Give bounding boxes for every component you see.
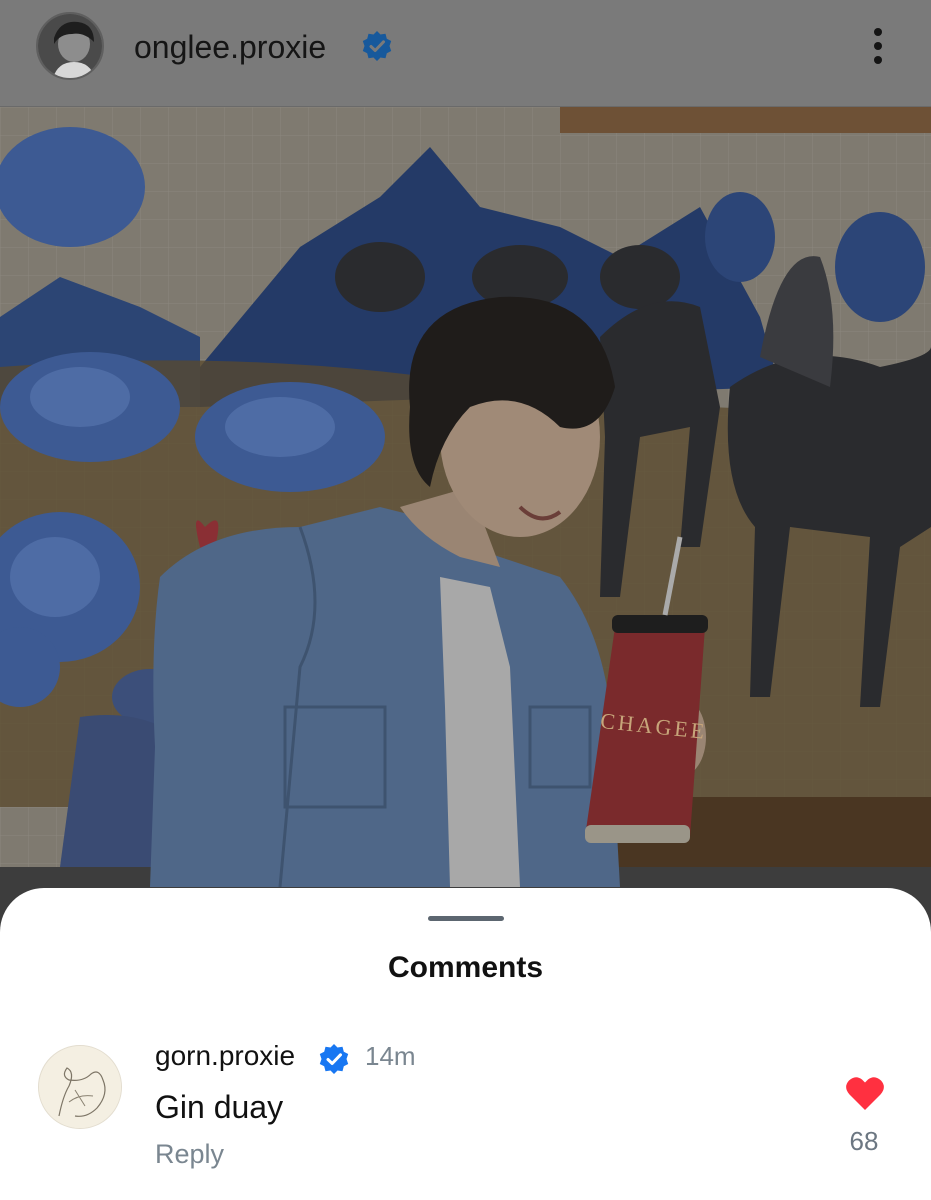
- sheet-drag-handle[interactable]: [428, 916, 504, 921]
- verified-badge-icon: [362, 31, 392, 61]
- comments-title: Comments: [387, 951, 544, 984]
- reply-button[interactable]: Reply: [155, 1139, 224, 1170]
- post-username[interactable]: onglee.proxie: [134, 27, 326, 67]
- heart-icon[interactable]: [845, 1075, 885, 1111]
- commenter-avatar[interactable]: [38, 1045, 122, 1129]
- post-photo[interactable]: CHAGEE: [0, 107, 931, 947]
- comment-text: Gin duay: [155, 1089, 284, 1125]
- commenter-username[interactable]: gorn.proxie: [155, 1040, 295, 1072]
- comments-sheet: Comments gorn.proxie 14m Gin duay Reply …: [0, 888, 931, 1200]
- like-count: 68: [849, 1126, 879, 1156]
- comment-timestamp: 14m: [365, 1041, 416, 1071]
- post-header: onglee.proxie: [0, 0, 931, 107]
- verified-badge-icon: [319, 1044, 349, 1074]
- profile-avatar[interactable]: [36, 12, 104, 80]
- more-options-icon[interactable]: [862, 24, 896, 68]
